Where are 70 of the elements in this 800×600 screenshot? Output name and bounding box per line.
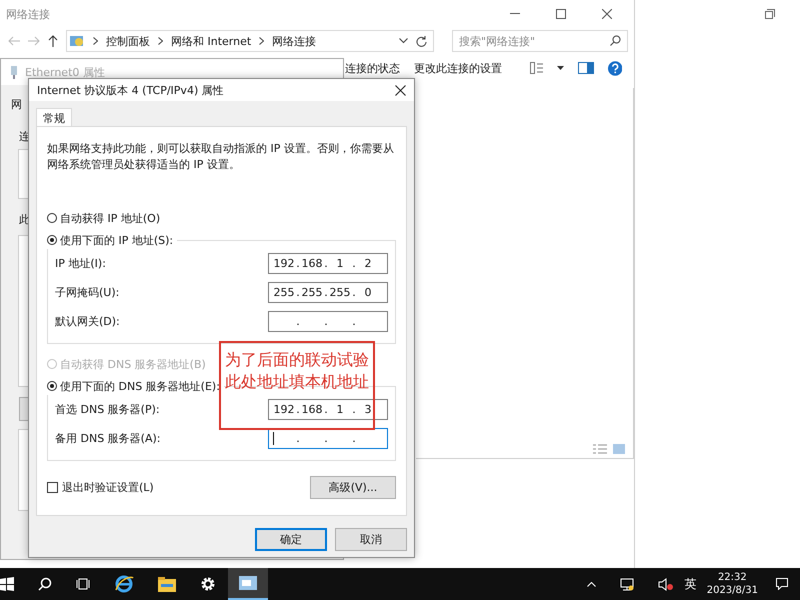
field-label: IP 地址(I): [55, 256, 106, 271]
chevron-up-icon[interactable] [586, 582, 596, 586]
field-label: 默认网关(D): [55, 314, 120, 329]
search-icon [610, 35, 621, 46]
clock-date[interactable]: 2023/8/31 [706, 584, 758, 597]
browser-e-icon[interactable] [114, 574, 134, 594]
input-language[interactable]: 英 [684, 576, 697, 592]
ip-address-field[interactable]: . . . [268, 311, 388, 332]
taskbar-app[interactable] [228, 568, 268, 600]
toolbar-command[interactable]: 连接的状态 [345, 60, 400, 76]
up-arrow-icon[interactable] [48, 35, 58, 47]
network-adapter-icon [9, 65, 19, 79]
restore-icon[interactable] [765, 9, 775, 19]
annotation-text: 为了后面的联动试验 [225, 349, 369, 371]
ip-address-field[interactable]: 192.168. 1 . 3 [268, 399, 388, 420]
gear-icon[interactable] [200, 576, 216, 592]
preview-pane-icon[interactable] [578, 62, 594, 74]
dialog-title: Ethernet0 属性 [25, 64, 105, 80]
task-view-icon[interactable] [76, 577, 90, 591]
breadcrumb-item[interactable]: 网络和 Internet [171, 34, 252, 48]
details-view-icon[interactable] [593, 444, 607, 454]
radio-label[interactable]: 使用下面的 DNS 服务器地址(E): [60, 378, 220, 394]
search-field[interactable]: 搜索"网络连接" [452, 30, 628, 52]
dropdown-caret-icon[interactable] [557, 66, 564, 70]
chevron-icon [259, 37, 264, 45]
field-label: 首选 DNS 服务器(P): [55, 402, 160, 417]
radio-label[interactable]: 自动获得 IP 地址(O) [60, 210, 160, 226]
checkbox-label[interactable]: 退出时验证设置(L) [62, 480, 154, 495]
radio-label[interactable]: 使用下面的 IP 地址(S): [60, 232, 174, 248]
notification-icon[interactable] [776, 578, 788, 590]
ip-address-field[interactable]: . . . [268, 428, 388, 449]
windows-logo-icon[interactable] [0, 577, 14, 591]
checkbox[interactable] [47, 482, 58, 493]
advanced-button[interactable]: 高级(V)... [310, 476, 396, 499]
address-bar[interactable]: 控制面板 网络和 Internet 网络连接 [66, 30, 434, 52]
breadcrumb-item[interactable]: 网络连接 [272, 34, 316, 48]
field-label: 子网掩码(U): [55, 285, 120, 300]
chevron-icon [158, 37, 163, 45]
speaker-muted-icon[interactable] [658, 578, 673, 590]
radio-button[interactable] [47, 213, 57, 223]
dialog-button[interactable]: 确定 [255, 528, 327, 551]
folder-icon[interactable] [158, 576, 176, 592]
dialog-tab[interactable]: 网 [11, 97, 22, 112]
description-text: 如果网络支持此功能，则可以获取自动指派的 IP 设置。否则，你需要从网络系统管理员处获得适当的 IP 设置。 [47, 141, 395, 173]
chevron-icon [93, 37, 98, 45]
view-options-icon[interactable] [530, 62, 544, 74]
ip-address-field[interactable]: 255.255.255. 0 [268, 282, 388, 303]
window-title: 网络连接 [6, 6, 50, 22]
help-icon[interactable] [608, 60, 622, 76]
refresh-icon[interactable] [416, 36, 427, 46]
toolbar-command[interactable]: 更改此连接的设置 [414, 60, 502, 76]
search-icon[interactable] [38, 577, 52, 591]
close-icon[interactable] [602, 9, 612, 19]
dialog-title: Internet 协议版本 4 (TCP/IPv4) 属性 [37, 82, 224, 98]
network-status-icon[interactable] [620, 578, 634, 590]
radio-button[interactable] [47, 235, 57, 245]
ip-address-field[interactable]: 192.168. 1 . 2 [268, 253, 388, 274]
maximize-icon[interactable] [556, 9, 566, 19]
radio-button[interactable] [47, 381, 57, 391]
dialog-tab[interactable]: 常规 [36, 108, 72, 126]
annotation-text: 此处地址填本机地址 [225, 371, 369, 393]
dropdown-caret-icon[interactable] [399, 38, 408, 44]
minimize-icon[interactable] [510, 13, 520, 15]
control-panel-icon [69, 33, 85, 49]
field-label: 备用 DNS 服务器(A): [55, 431, 160, 446]
breadcrumb-item[interactable]: 控制面板 [106, 34, 150, 48]
close-icon[interactable] [395, 84, 406, 96]
clock-time[interactable]: 22:32 [718, 571, 747, 584]
network-window-icon [239, 576, 257, 590]
dialog-button[interactable]: 取消 [335, 528, 407, 551]
